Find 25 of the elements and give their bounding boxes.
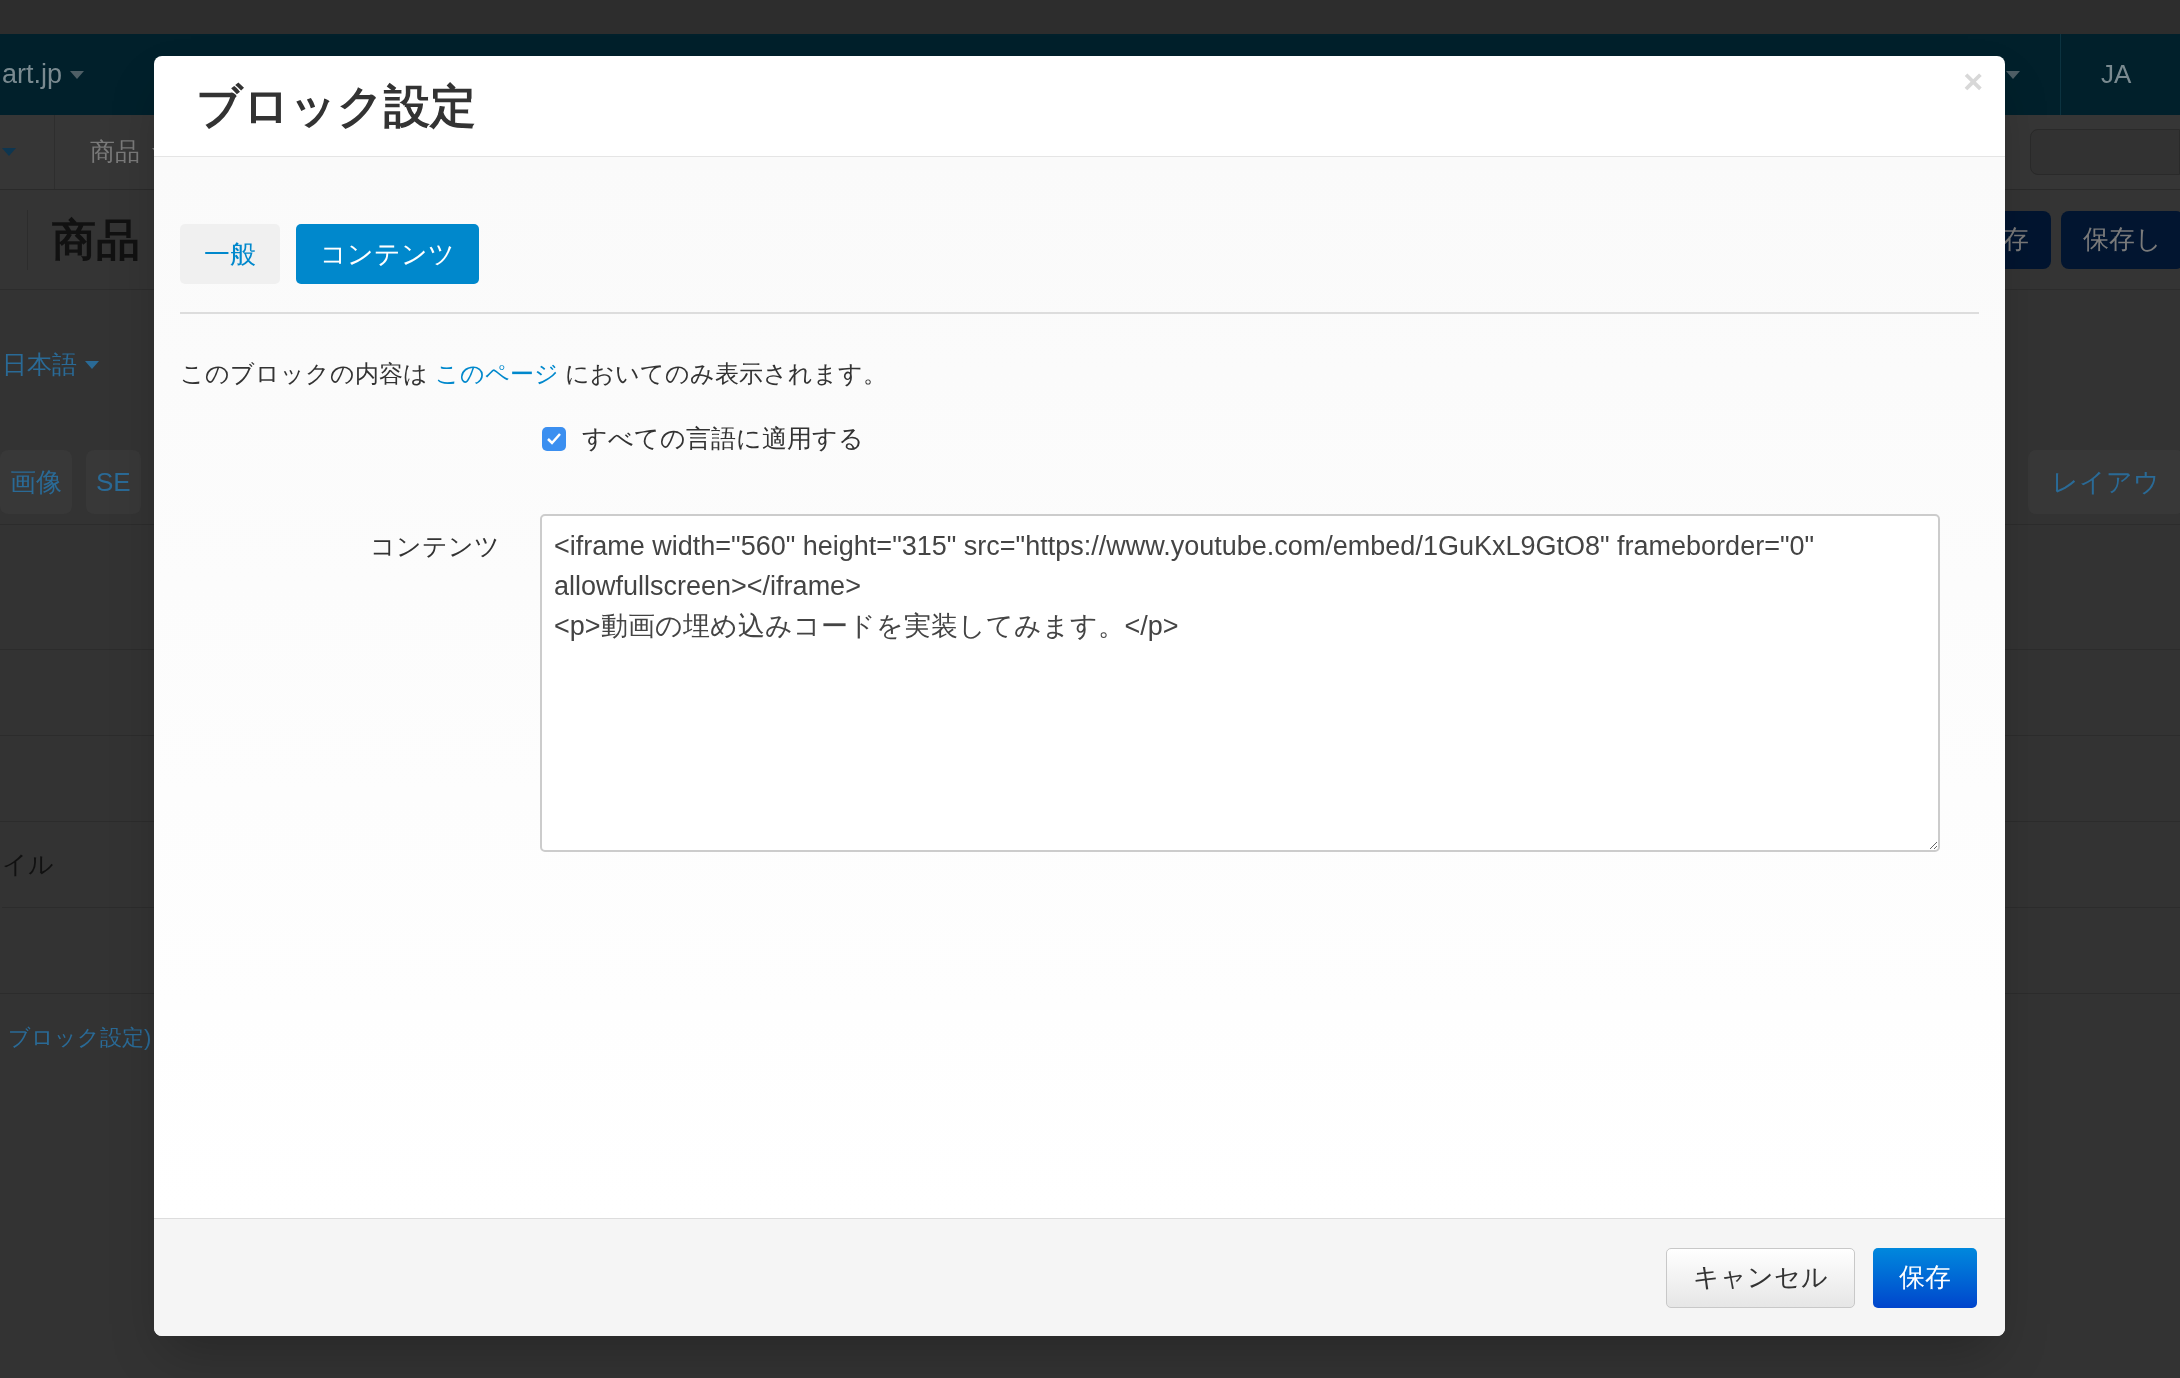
content-label: コンテンツ [369,530,500,562]
checkbox[interactable] [542,426,566,451]
caret-icon [2006,70,2020,79]
save-button[interactable]: 保存 [1873,1247,1977,1308]
section-tab[interactable]: SE [86,450,141,514]
modal-title: ブロック設定 [196,78,476,134]
tab[interactable]: コンテンツ [296,224,479,284]
check-icon [546,431,562,446]
language-menu[interactable]: JA [2101,55,2132,94]
tab[interactable]: 一般 [180,224,280,284]
block-settings-link[interactable]: ブロック設定) [8,1020,152,1054]
notice-text: このブロックの内容は このページ においてのみ表示されます。 [180,359,889,389]
section-tab[interactable]: レイアウ [2028,450,2180,514]
section-tab[interactable]: 画像 [0,450,72,514]
header-button[interactable]: 保存し [2061,210,2180,269]
checkbox-label: すべての言語に適用する [582,423,864,454]
page-link[interactable]: このページ [434,360,559,387]
nav-menu[interactable]: 商品 [90,133,140,171]
language-select[interactable]: 日本語 [2,346,77,384]
brand-name[interactable]: art.jp [2,54,63,95]
caret-icon [70,70,85,79]
caret-icon [2,148,16,156]
cancel-button[interactable]: キャンセル [1666,1247,1855,1308]
content-textarea[interactable]: <iframe width="560" height="315" src="https://www.youtube.com/embed/1GuKxL9GtO8" frameborder="0" allowfullscreen></iframe> <p>動画の埋め込みコードを実装してみます。</p> [540,513,1940,852]
caret-icon [85,361,99,369]
